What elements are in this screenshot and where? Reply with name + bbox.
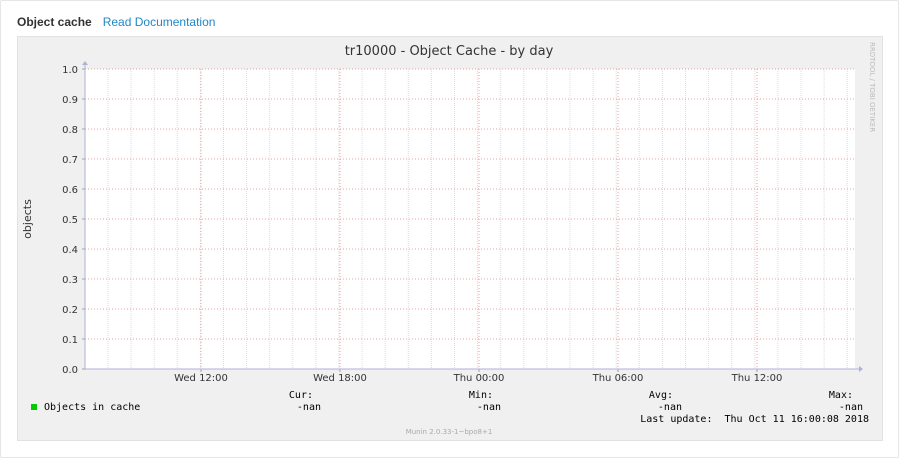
y-tick-label: 0.9: [62, 95, 78, 106]
y-tick-label: 0.6: [62, 185, 78, 196]
y-tick-label: 0.1: [62, 335, 78, 346]
chart-container: tr10000 - Object Cache - by day objects …: [17, 36, 883, 441]
y-tick-label: 0.2: [62, 305, 78, 316]
last-update: Last update: Thu Oct 11 16:00:08 2018: [640, 414, 869, 425]
stat-value-avg: -nan: [658, 402, 682, 413]
x-tick-label: Wed 12:00: [174, 373, 228, 384]
stat-value-min: -nan: [477, 402, 501, 413]
stat-header-avg: Avg:: [649, 390, 673, 401]
x-axis-arrow: [859, 366, 863, 372]
stat-value-max: -nan: [839, 402, 863, 413]
legend: Objects in cache Cur: Min: Avg: Max: -na…: [31, 390, 869, 425]
y-tick-label: 0.3: [62, 275, 78, 286]
panel-header: Object cache Read Documentation: [17, 13, 215, 31]
x-tick-label: Wed 18:00: [313, 373, 367, 384]
stat-header-min: Min:: [469, 390, 493, 401]
y-tick-label: 0.5: [62, 215, 78, 226]
y-tick-label: 0.0: [62, 365, 78, 376]
y-tick-label: 0.7: [62, 155, 78, 166]
rrdtool-watermark: RRDTOOL / TOBI OETIKER: [868, 42, 876, 132]
x-tick-label: Thu 00:00: [453, 373, 505, 384]
legend-swatch: [31, 404, 37, 410]
munin-version: Munin 2.0.33-1~bpo8+1: [406, 428, 493, 436]
stat-header-max: Max:: [829, 390, 853, 401]
stat-value-cur: -nan: [297, 402, 321, 413]
y-tick-label: 1.0: [62, 65, 78, 76]
y-tick-label: 0.4: [62, 245, 78, 256]
stat-header-cur: Cur:: [289, 390, 313, 401]
grid-layer: [85, 68, 855, 370]
read-documentation-link[interactable]: Read Documentation: [103, 15, 216, 29]
y-tick-label: 0.8: [62, 125, 78, 136]
y-axis-arrow: [82, 61, 88, 65]
legend-series-name: Objects in cache: [44, 402, 140, 413]
y-axis-label: objects: [21, 199, 34, 239]
chart-title: tr10000 - Object Cache - by day: [345, 44, 554, 59]
panel-title: Object cache: [17, 15, 92, 29]
x-tick-label: Thu 06:00: [592, 373, 644, 384]
x-tick-label: Thu 12:00: [731, 373, 783, 384]
object-cache-chart: tr10000 - Object Cache - by day objects …: [21, 42, 876, 436]
